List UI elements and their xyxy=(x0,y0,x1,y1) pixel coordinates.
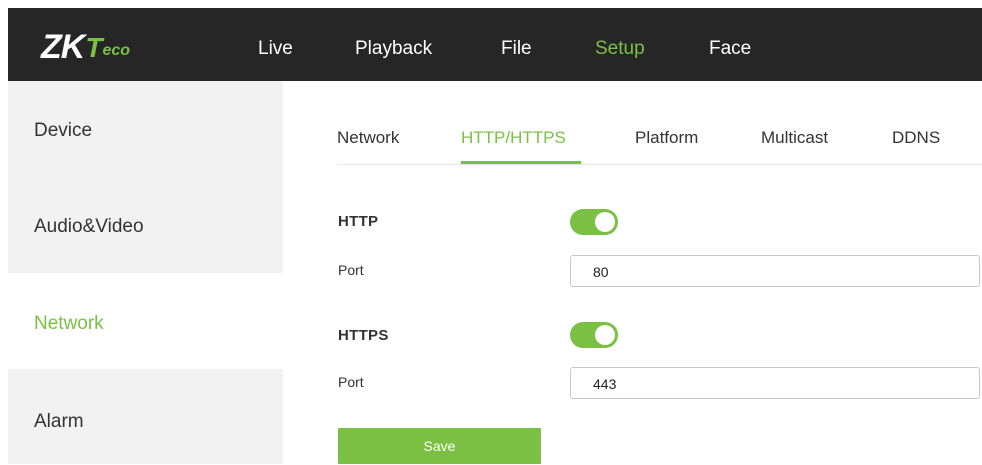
http-port-label: Port xyxy=(338,262,364,278)
tab-ddns[interactable]: DDNS xyxy=(892,128,940,148)
network-tabs: Network HTTP/HTTPS Platform Multicast DD… xyxy=(337,118,982,165)
tab-platform[interactable]: Platform xyxy=(635,128,698,148)
http-toggle[interactable] xyxy=(570,209,618,235)
tab-http-https[interactable]: HTTP/HTTPS xyxy=(461,128,566,148)
tab-multicast[interactable]: Multicast xyxy=(761,128,828,148)
sidebar-item-alarm[interactable]: Alarm xyxy=(8,369,283,465)
sidebar-item-audio-video[interactable]: Audio&Video xyxy=(8,177,283,273)
sidebar-item-device[interactable]: Device xyxy=(8,81,283,177)
sidebar-item-label: Device xyxy=(34,120,93,141)
https-toggle[interactable] xyxy=(570,322,618,348)
logo-eco: eco xyxy=(102,42,131,59)
sidebar-item-network[interactable]: Network xyxy=(8,273,283,369)
https-port-label: Port xyxy=(338,374,364,390)
logo-zk: ZK xyxy=(41,28,85,66)
http-label: HTTP xyxy=(338,213,379,230)
nav-setup[interactable]: Setup xyxy=(595,38,645,60)
sidebar-item-label: Alarm xyxy=(34,411,84,432)
sidebar-item-label: Network xyxy=(34,313,104,334)
http-port-input[interactable]: 80 xyxy=(570,255,980,287)
nav-file[interactable]: File xyxy=(501,38,532,60)
tab-network[interactable]: Network xyxy=(337,128,399,148)
logo-t: T xyxy=(85,32,102,63)
active-tab-indicator xyxy=(461,161,581,164)
nav-live[interactable]: Live xyxy=(258,38,293,60)
top-nav-bar: ZK T eco Live Playback File Setup Face xyxy=(8,8,982,81)
save-button[interactable]: Save xyxy=(338,428,541,464)
sidebar: Device Audio&Video Network Alarm xyxy=(8,81,283,464)
sidebar-item-label: Audio&Video xyxy=(34,216,144,237)
https-port-input[interactable]: 443 xyxy=(570,367,980,399)
https-port-value: 443 xyxy=(593,376,617,392)
https-label: HTTPS xyxy=(338,327,389,344)
zkteco-logo: ZK T eco xyxy=(41,28,131,66)
nav-playback[interactable]: Playback xyxy=(355,38,432,60)
http-port-value: 80 xyxy=(593,264,609,280)
toggle-knob xyxy=(595,212,615,232)
nav-face[interactable]: Face xyxy=(709,38,751,60)
toggle-knob xyxy=(595,325,615,345)
